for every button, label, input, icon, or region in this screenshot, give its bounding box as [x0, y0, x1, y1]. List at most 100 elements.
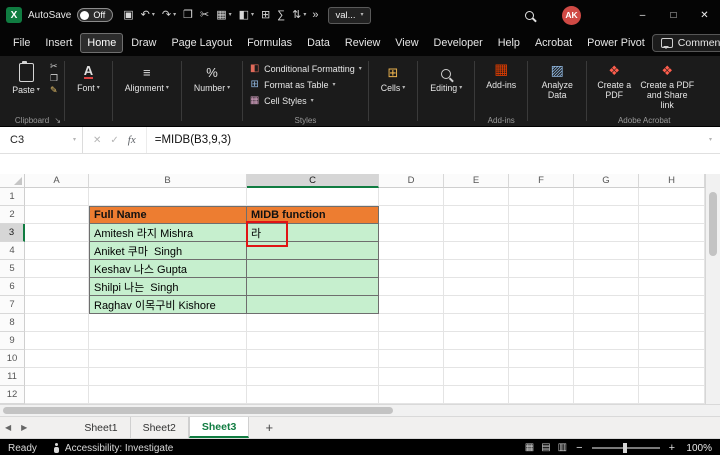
cell-E7[interactable]	[444, 296, 509, 314]
cell-E5[interactable]	[444, 260, 509, 278]
cell-F3[interactable]	[509, 224, 574, 242]
name-box[interactable]: C3	[0, 127, 83, 153]
cell-H12[interactable]	[639, 386, 705, 404]
sheet-tab-sheet2[interactable]: Sheet2	[131, 417, 189, 438]
cell-F5[interactable]	[509, 260, 574, 278]
cell-E3[interactable]	[444, 224, 509, 242]
cell-H4[interactable]	[639, 242, 705, 260]
enter-icon[interactable]: ✓	[110, 135, 118, 146]
menu-tab-review[interactable]: Review	[338, 33, 387, 53]
zoom-slider[interactable]	[592, 447, 660, 449]
row-header-2[interactable]: 2	[0, 206, 25, 224]
conditional-formatting-button[interactable]: Conditional Formatting	[249, 61, 362, 76]
cell-H5[interactable]	[639, 260, 705, 278]
cell-H11[interactable]	[639, 368, 705, 386]
editing-button[interactable]: Editing	[424, 59, 468, 93]
cell-E6[interactable]	[444, 278, 509, 296]
cell-F8[interactable]	[509, 314, 574, 332]
cell-E11[interactable]	[444, 368, 509, 386]
row-header-8[interactable]: 8	[0, 314, 25, 332]
cell-B12[interactable]	[89, 386, 247, 404]
fill-color-icon[interactable]: ◧	[239, 10, 249, 21]
cell-styles-button[interactable]: Cell Styles	[249, 93, 362, 108]
cell-C8[interactable]	[247, 314, 379, 332]
cancel-icon[interactable]: ✕	[93, 135, 101, 146]
cell-D1[interactable]	[379, 188, 444, 206]
cell-B5[interactable]: Keshav 나스 Gupta	[89, 260, 247, 278]
addins-button[interactable]: Add-ins	[481, 59, 521, 90]
row-header-4[interactable]: 4	[0, 242, 25, 260]
menu-tab-formulas[interactable]: Formulas	[240, 33, 299, 53]
menu-tab-data[interactable]: Data	[300, 33, 337, 53]
format-painter-icon[interactable]	[50, 86, 58, 95]
cell-D5[interactable]	[379, 260, 444, 278]
menu-tab-page-layout[interactable]: Page Layout	[164, 33, 239, 53]
new-sheet-button[interactable]: +	[259, 417, 279, 438]
menu-tab-draw[interactable]: Draw	[124, 33, 163, 53]
horizontal-scrollbar-thumb[interactable]	[3, 407, 393, 414]
cell-G10[interactable]	[574, 350, 639, 368]
row-header-10[interactable]: 10	[0, 350, 25, 368]
cell-G9[interactable]	[574, 332, 639, 350]
copy-icon[interactable]	[50, 74, 58, 83]
cells-button[interactable]: Cells	[375, 59, 412, 93]
menu-tab-power-pivot[interactable]: Power Pivot	[580, 33, 652, 53]
cell-D11[interactable]	[379, 368, 444, 386]
row-header-6[interactable]: 6	[0, 278, 25, 296]
column-header-A[interactable]: A	[25, 174, 89, 188]
cell-G3[interactable]	[574, 224, 639, 242]
cell-C10[interactable]	[247, 350, 379, 368]
cell-B11[interactable]	[89, 368, 247, 386]
cut-icon[interactable]: ✂	[200, 10, 209, 21]
cell-B10[interactable]	[89, 350, 247, 368]
cell-A6[interactable]	[25, 278, 89, 296]
sum-icon[interactable]: ∑	[277, 10, 285, 21]
cell-A10[interactable]	[25, 350, 89, 368]
copy-icon[interactable]: ❐	[183, 10, 193, 21]
horizontal-scrollbar[interactable]	[0, 404, 720, 417]
format-as-table-button[interactable]: Format as Table	[249, 77, 362, 92]
row-header-12[interactable]: 12	[0, 386, 25, 404]
column-header-H[interactable]: H	[639, 174, 705, 188]
cell-A3[interactable]	[25, 224, 89, 242]
column-header-F[interactable]: F	[509, 174, 574, 188]
row-header-9[interactable]: 9	[0, 332, 25, 350]
view-page-layout-icon[interactable]: ▤	[541, 443, 550, 453]
avatar[interactable]: AK	[562, 6, 581, 25]
cell-B6[interactable]: Shilpi 나는 Singh	[89, 278, 247, 296]
cell-F2[interactable]	[509, 206, 574, 224]
paste-button[interactable]: Paste	[6, 59, 46, 95]
sheet-tab-sheet1[interactable]: Sheet1	[72, 417, 130, 438]
menu-tab-file[interactable]: File	[6, 33, 37, 53]
cell-A1[interactable]	[25, 188, 89, 206]
cell-E9[interactable]	[444, 332, 509, 350]
cell-C5[interactable]	[247, 260, 379, 278]
cell-E8[interactable]	[444, 314, 509, 332]
row-header-5[interactable]: 5	[0, 260, 25, 278]
cell-H1[interactable]	[639, 188, 705, 206]
cell-E2[interactable]	[444, 206, 509, 224]
undo-icon[interactable]: ↶	[141, 10, 150, 21]
cell-D9[interactable]	[379, 332, 444, 350]
chart-icon[interactable]: ▦	[216, 10, 226, 21]
column-header-C[interactable]: C	[247, 174, 379, 188]
cell-D3[interactable]	[379, 224, 444, 242]
cell-G6[interactable]	[574, 278, 639, 296]
row-header-11[interactable]: 11	[0, 368, 25, 386]
formula-input[interactable]: =MIDB(B3,9,3)	[147, 127, 701, 153]
cell-D10[interactable]	[379, 350, 444, 368]
create-pdf-share-button[interactable]: Create a PDF and Share link	[639, 59, 695, 110]
zoom-slider-thumb[interactable]	[623, 443, 627, 453]
view-normal-icon[interactable]: ▦	[525, 443, 534, 453]
sheet-nav-right-icon[interactable]: ▶	[16, 417, 32, 438]
sheet-tab-sheet3[interactable]: Sheet3	[189, 417, 249, 438]
cell-C9[interactable]	[247, 332, 379, 350]
column-header-G[interactable]: G	[574, 174, 639, 188]
cell-C7[interactable]	[247, 296, 379, 314]
cell-C11[interactable]	[247, 368, 379, 386]
cell-H9[interactable]	[639, 332, 705, 350]
cell-F12[interactable]	[509, 386, 574, 404]
excel-logo-icon[interactable]: X	[6, 7, 22, 23]
cell-H2[interactable]	[639, 206, 705, 224]
redo-icon[interactable]: ↷	[162, 10, 171, 21]
